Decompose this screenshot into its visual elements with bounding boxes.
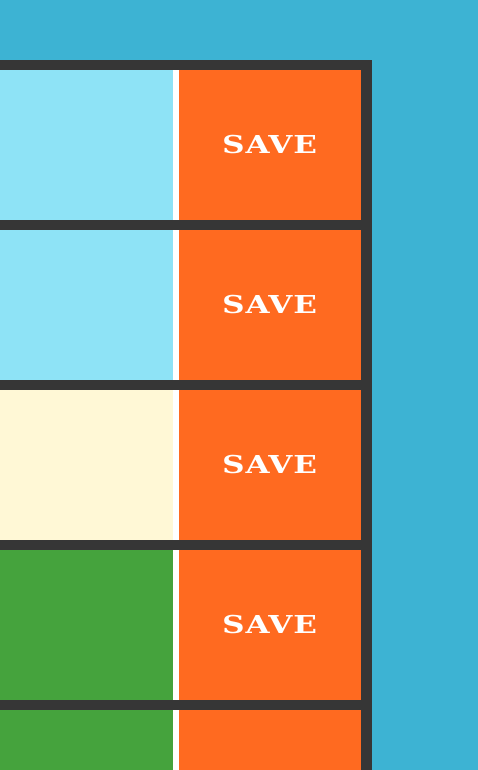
save-button[interactable]: SAVE [179,230,361,380]
color-swatch[interactable] [0,710,173,770]
save-button[interactable]: SAVE [179,390,361,540]
color-row: SAVE [0,550,361,700]
color-swatch[interactable] [0,70,173,220]
save-button-label: SAVE [222,130,318,160]
save-button-label: SAVE [222,450,318,480]
color-swatch-list: SAVE SAVE SAVE SAVE [0,60,372,770]
save-button[interactable] [179,710,361,770]
color-row: SAVE [0,390,361,540]
save-button[interactable]: SAVE [179,550,361,700]
color-row: SAVE [0,230,361,380]
color-swatch[interactable] [0,230,173,380]
color-swatch[interactable] [0,550,173,700]
color-swatch[interactable] [0,390,173,540]
color-row: SAVE [0,70,361,220]
color-row [0,710,361,770]
save-button[interactable]: SAVE [179,70,361,220]
save-button-label: SAVE [222,290,318,320]
save-button-label: SAVE [222,610,318,640]
